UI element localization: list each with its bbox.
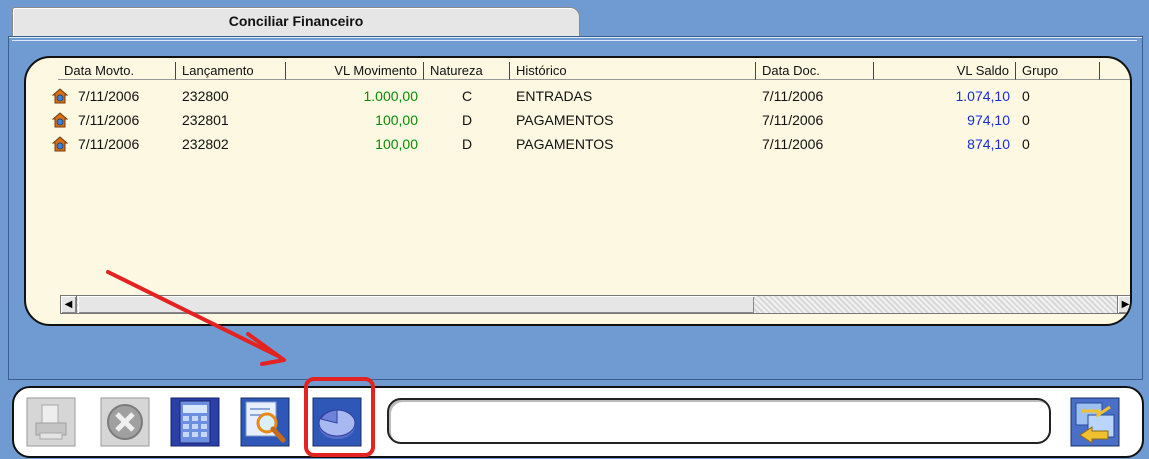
- cell-data-movto: 7/11/2006: [78, 136, 140, 152]
- col-header-data-movto[interactable]: Data Movto.: [58, 62, 176, 80]
- table-row[interactable]: 7/11/2006 232801 100,00 D PAGAMENTOS 7/1…: [52, 108, 1130, 132]
- record-icon: [52, 112, 68, 128]
- col-header-lancamento[interactable]: Lançamento: [176, 62, 286, 80]
- search-icon[interactable]: [240, 397, 290, 447]
- cell-natureza: C: [461, 88, 473, 104]
- cell-data-doc: 7/11/2006: [762, 88, 824, 104]
- calculator-icon[interactable]: [170, 397, 220, 447]
- cell-grupo: 0: [1022, 112, 1030, 128]
- table-row[interactable]: 7/11/2006 232802 100,00 D PAGAMENTOS 7/1…: [52, 132, 1130, 156]
- tab-conciliar-financeiro[interactable]: Conciliar Financeiro: [12, 7, 580, 36]
- cancel-icon[interactable]: [100, 397, 150, 447]
- cell-historico: PAGAMENTOS: [516, 136, 614, 152]
- panel-divider: [12, 40, 1137, 41]
- grid-header: Data Movto. Lançamento VL Movimento Natu…: [58, 62, 1130, 80]
- grid-rows: 7/11/2006 232800 1.000,00 C ENTRADAS 7/1…: [52, 84, 1130, 156]
- cell-vl-movimento: 100,00: [375, 136, 418, 152]
- highlight-annotation: [304, 377, 375, 457]
- cell-data-doc: 7/11/2006: [762, 112, 824, 128]
- cell-vl-movimento: 100,00: [375, 112, 418, 128]
- cell-vl-saldo: 874,10: [967, 136, 1010, 152]
- tab-label: Conciliar Financeiro: [228, 13, 364, 29]
- col-header-vl-movimento[interactable]: VL Movimento: [286, 62, 424, 80]
- cell-lancamento: 232802: [182, 136, 229, 152]
- tab-strip: Conciliar Financeiro: [10, 4, 1143, 36]
- horizontal-scrollbar[interactable]: ◀ ▶: [60, 295, 1130, 314]
- scroll-right-button[interactable]: ▶: [1117, 296, 1130, 313]
- cell-grupo: 0: [1022, 88, 1030, 104]
- records-grid[interactable]: Data Movto. Lançamento VL Movimento Natu…: [24, 56, 1132, 326]
- cell-data-doc: 7/11/2006: [762, 136, 824, 152]
- scrollbar-thumb[interactable]: [78, 296, 754, 313]
- col-header-historico[interactable]: Histórico: [510, 62, 756, 80]
- cell-lancamento: 232800: [182, 88, 229, 104]
- cell-historico: ENTRADAS: [516, 88, 593, 104]
- table-row[interactable]: 7/11/2006 232800 1.000,00 C ENTRADAS 7/1…: [52, 84, 1130, 108]
- col-header-grupo[interactable]: Grupo: [1016, 62, 1100, 80]
- application-window: Conciliar Financeiro Data Movto. Lançame…: [0, 0, 1149, 459]
- cell-data-movto: 7/11/2006: [78, 112, 140, 128]
- bottom-toolbar: [12, 386, 1144, 458]
- scroll-left-button[interactable]: ◀: [61, 296, 77, 313]
- cell-vl-movimento: 1.000,00: [363, 88, 419, 104]
- exit-icon[interactable]: [1070, 397, 1120, 447]
- cell-vl-saldo: 1.074,10: [955, 88, 1011, 104]
- cell-lancamento: 232801: [182, 112, 229, 128]
- cell-historico: PAGAMENTOS: [516, 112, 614, 128]
- col-header-extra[interactable]: [1100, 62, 1130, 80]
- cell-vl-saldo: 974,10: [967, 112, 1010, 128]
- cell-natureza: D: [461, 136, 473, 152]
- col-header-vl-saldo[interactable]: VL Saldo: [874, 62, 1016, 80]
- cell-data-movto: 7/11/2006: [78, 88, 140, 104]
- record-icon: [52, 88, 68, 104]
- col-header-data-doc[interactable]: Data Doc.: [756, 62, 874, 80]
- cell-grupo: 0: [1022, 136, 1030, 152]
- cell-natureza: D: [461, 112, 473, 128]
- record-icon: [52, 136, 68, 152]
- col-header-natureza[interactable]: Natureza: [424, 62, 510, 80]
- print-icon[interactable]: [26, 397, 76, 447]
- status-field: [387, 398, 1051, 444]
